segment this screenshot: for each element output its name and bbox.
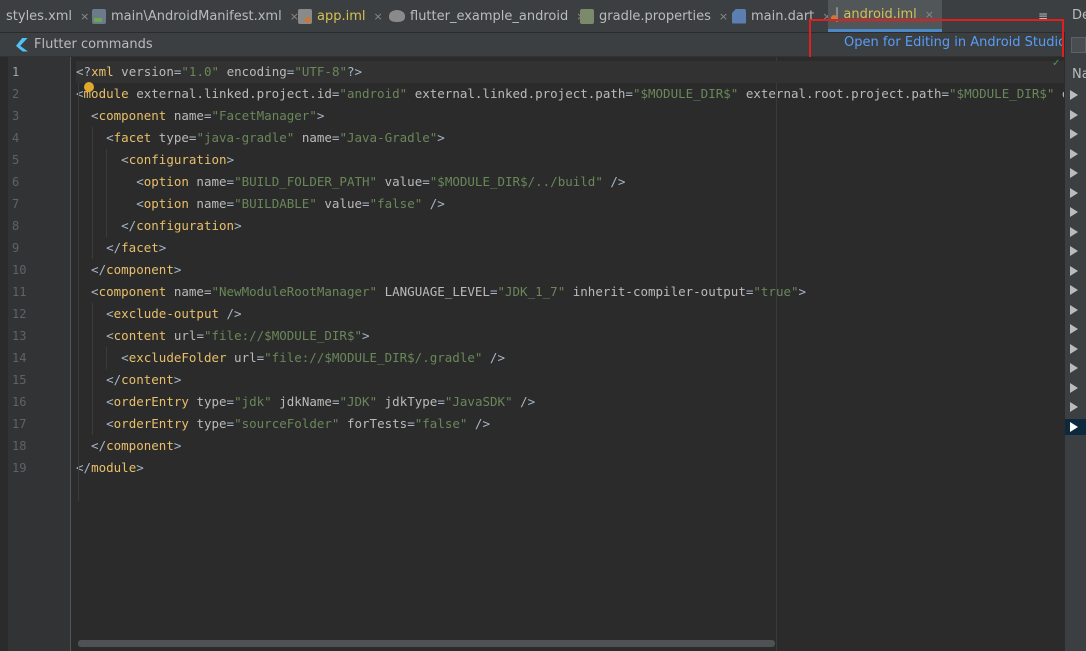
indent-guide — [92, 127, 93, 259]
code-line[interactable]: </module> — [76, 457, 1064, 479]
gradle-elephant-icon — [389, 10, 405, 22]
line-number: 10 — [12, 263, 27, 277]
properties-file-icon — [580, 8, 594, 24]
code-line[interactable]: <facet type="java-gradle" name="Java-Gra… — [76, 127, 1064, 149]
close-icon[interactable]: × — [719, 10, 728, 23]
iml-file-icon — [298, 8, 312, 24]
line-number: 6 — [12, 175, 20, 189]
code-line[interactable]: <exclude-output /> — [76, 303, 1064, 325]
code-line[interactable]: </facet> — [76, 237, 1064, 259]
expand-arrow-icon[interactable] — [1070, 109, 1078, 120]
horizontal-scrollbar[interactable] — [78, 640, 775, 647]
tab-app-iml[interactable]: app.iml × — [298, 0, 383, 32]
line-number: 16 — [12, 395, 27, 409]
right-panel-label: Na — [1072, 67, 1086, 82]
line-number: 9 — [12, 241, 20, 255]
line-number: 1 — [12, 65, 20, 79]
line-number: 2 — [12, 87, 20, 101]
code-line[interactable]: <option name="BUILD_FOLDER_PATH" value="… — [76, 171, 1064, 193]
code-line[interactable]: </component> — [76, 259, 1064, 281]
expand-arrow-icon[interactable] — [1070, 421, 1078, 432]
line-number: 5 — [12, 153, 20, 167]
code-line[interactable]: <configuration> — [76, 149, 1064, 171]
inspection-ok-icon: ✓ — [1052, 58, 1061, 69]
code-line[interactable]: <content url="file://$MODULE_DIR$"> — [76, 325, 1064, 347]
expand-arrow-icon[interactable] — [1070, 129, 1078, 139]
tab-flutter-example-android[interactable]: flutter_example_android × — [389, 0, 585, 32]
expand-arrow-icon[interactable] — [1070, 148, 1078, 159]
tab-android-manifest[interactable]: main\AndroidManifest.xml × — [92, 0, 299, 32]
line-number: 19 — [12, 461, 27, 475]
code-editor[interactable]: 1 2 3 4 5 6 7 8 9 10 11 12 13 14 15 16 17 18 19 <?xml vers… — [0, 57, 1064, 651]
line-number: 4 — [12, 131, 20, 145]
tab-styles-xml[interactable]: styles.xml × — [6, 0, 89, 32]
code-line[interactable]: <?xml version="1.0" encoding="UTF-8"?> — [76, 61, 1064, 83]
expand-arrow-icon[interactable] — [1070, 246, 1078, 256]
code-line[interactable]: <component name="NewModuleRootManager" L… — [76, 281, 1064, 303]
expand-arrow-icon[interactable] — [1070, 226, 1078, 237]
line-number: 3 — [12, 109, 20, 123]
indent-guide — [78, 83, 79, 501]
line-number: 17 — [12, 417, 27, 431]
line-number: 12 — [12, 307, 27, 321]
tab-gradle-properties[interactable]: gradle.properties × — [580, 0, 728, 32]
code-line[interactable]: <orderEntry type="jdk" jdkName="JDK" jdk… — [76, 391, 1064, 413]
flutter-logo-icon — [16, 37, 28, 52]
right-panel-tab[interactable]: De — [1072, 8, 1086, 23]
code-line[interactable]: <module external.linked.project.id="andr… — [76, 83, 1064, 105]
expand-arrow-icon[interactable] — [1070, 343, 1078, 354]
right-panel-header: De — [1064, 0, 1086, 32]
code-line[interactable]: <component name="FacetManager"> — [76, 105, 1064, 127]
indent-guide — [106, 149, 107, 237]
flutter-commands-link[interactable]: Flutter commands — [16, 33, 153, 56]
panel-layout-icon[interactable] — [1071, 37, 1086, 53]
dart-file-icon — [732, 8, 746, 24]
code-line[interactable]: <option name="BUILDABLE" value="false" /… — [76, 193, 1064, 215]
expand-arrow-icon[interactable] — [1070, 265, 1078, 276]
code-line[interactable]: </content> — [76, 369, 1064, 391]
close-icon[interactable]: × — [374, 10, 383, 23]
code-line[interactable]: </configuration> — [76, 215, 1064, 237]
expand-arrow-icon[interactable] — [1070, 363, 1078, 373]
line-number: 18 — [12, 439, 27, 453]
line-number: 13 — [12, 329, 27, 343]
expand-arrow-icon[interactable] — [1070, 207, 1078, 217]
line-number: 14 — [12, 351, 27, 365]
code-line[interactable]: <orderEntry type="sourceFolder" forTests… — [76, 413, 1064, 435]
expand-arrow-icon[interactable] — [1070, 285, 1078, 295]
line-number: 11 — [12, 285, 27, 299]
expand-arrow-icon[interactable] — [1070, 382, 1078, 393]
code-line[interactable]: <excludeFolder url="file://$MODULE_DIR$/… — [76, 347, 1064, 369]
expand-arrow-icon[interactable] — [1070, 187, 1078, 198]
indent-guide — [106, 347, 107, 369]
expand-arrow-icon[interactable] — [1070, 402, 1078, 412]
manifest-file-icon — [92, 8, 106, 24]
line-number: 7 — [12, 197, 20, 211]
line-numbers: 1 2 3 4 5 6 7 8 9 10 11 12 13 14 15 16 17 18 19 — [8, 61, 38, 479]
expand-arrow-icon[interactable] — [1070, 304, 1078, 315]
close-icon[interactable]: × — [80, 10, 89, 23]
right-tool-panel — [1064, 32, 1086, 651]
code-line[interactable]: </component> — [76, 435, 1064, 457]
intention-bulb-icon[interactable] — [84, 82, 94, 92]
expand-arrow-icon[interactable] — [1070, 90, 1078, 100]
line-number: 8 — [12, 219, 20, 233]
indent-guide — [92, 303, 93, 435]
expand-arrow-icon[interactable] — [1070, 168, 1078, 178]
line-number: 15 — [12, 373, 27, 387]
expand-arrow-icon[interactable] — [1070, 324, 1078, 334]
code-content[interactable]: <?xml version="1.0" encoding="UTF-8"?> <m… — [76, 61, 1064, 531]
